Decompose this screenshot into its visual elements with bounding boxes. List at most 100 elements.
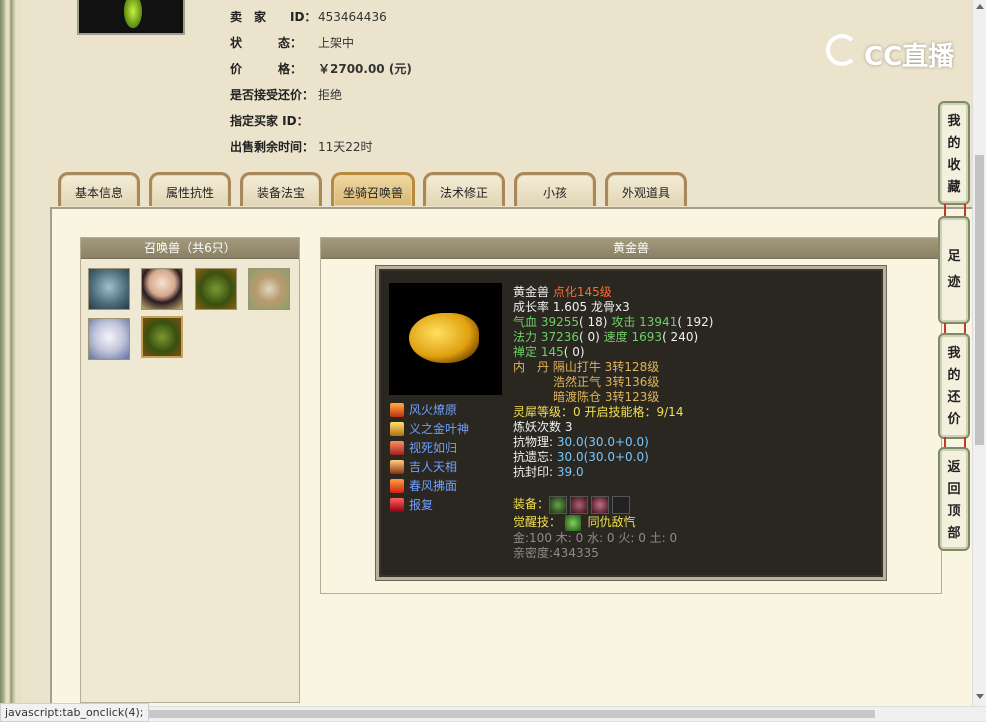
resist-forget-label: 抗遗忘: — [513, 450, 554, 464]
refine-count: 炼妖次数 3 — [513, 420, 573, 434]
my-counteroffers-button[interactable]: 我的还价 — [938, 333, 970, 439]
pet-tag: 点化145级 — [552, 285, 612, 299]
resist-seal-label: 抗封印: — [513, 465, 554, 479]
mp-value: 37236 — [540, 330, 580, 344]
pet-thumb-2[interactable] — [141, 268, 183, 310]
hp-value: 39255 — [540, 315, 580, 329]
resist-seal-value: 39.0 — [556, 465, 584, 479]
counteroffer-label: 是否接受还价： — [230, 88, 315, 102]
my-favorites-label: 我的收藏 — [947, 114, 961, 195]
pet-portrait — [389, 283, 502, 395]
mp-label: 法力 — [513, 330, 538, 344]
equip-label: 装备： — [513, 497, 550, 511]
cal-extra: ( 0) — [563, 345, 585, 359]
atk-extra: ( 192) — [677, 315, 714, 329]
skill-item[interactable]: 视死如归 — [387, 439, 507, 458]
equip-empty-icon[interactable] — [612, 495, 631, 514]
seller-id-label: 卖 家 ID： — [230, 10, 317, 24]
pet-growth: 成长率 1.605 龙骨x3 — [513, 300, 630, 314]
hp-label: 气血 — [513, 315, 538, 329]
lingxi-value: 0 — [573, 405, 581, 419]
counteroffer-value: 拒绝 — [318, 88, 343, 102]
spd-label: 速度 — [603, 330, 628, 344]
time-left-value: 11天22时 — [318, 140, 373, 154]
skill-name: 吉人天相 — [409, 460, 458, 474]
item-thumbnail — [77, 0, 185, 35]
equip-armor-icon[interactable] — [591, 495, 610, 514]
equip-ring-icon[interactable] — [549, 495, 568, 514]
neidan-label: 内 丹 — [513, 360, 550, 374]
mp-extra: ( 0) — [579, 330, 600, 344]
skill-item[interactable]: 义之金叶神 — [387, 420, 507, 439]
spd-extra: ( 240) — [662, 330, 699, 344]
atk-label: 攻击 — [611, 315, 636, 329]
awake-value: 同仇敌忾 — [587, 515, 636, 529]
skill-name: 风火燎原 — [409, 403, 458, 417]
revenge-skill-icon — [390, 498, 404, 512]
pet-thumb-5[interactable] — [88, 318, 130, 360]
scroll-up-icon[interactable] — [976, 4, 984, 9]
wind-skill-icon — [390, 479, 404, 493]
skill-item[interactable]: 风火燎原 — [387, 401, 507, 420]
tab-spell-mods[interactable]: 法术修正 — [423, 172, 505, 206]
pet-list-title: 召唤兽（共6只） — [81, 238, 299, 259]
my-favorites-button[interactable]: 我的收藏 — [938, 101, 970, 205]
tab-attributes[interactable]: 属性抗性 — [149, 172, 231, 206]
pet-list-panel: 召唤兽（共6只） — [80, 237, 300, 703]
tab-mounts-pets[interactable]: 坐骑召唤兽 — [331, 172, 415, 206]
seller-id-value: 453464436 — [318, 10, 387, 24]
resist-forget-value: 30.0(30.0+0.0) — [556, 450, 649, 464]
tab-equipment[interactable]: 装备法宝 — [240, 172, 322, 206]
cc-live-logo: CC直播 — [826, 32, 956, 72]
skill-item[interactable]: 吉人天相 — [387, 458, 507, 477]
neidan-item: 浩然正气 3转136级 — [553, 375, 660, 389]
atk-value: 13941 — [639, 315, 678, 329]
lingxi-label: 灵犀等级： — [513, 405, 574, 419]
pet-thumb-1[interactable] — [88, 268, 130, 310]
hp-extra: ( 18) — [579, 315, 608, 329]
pet-thumb-6-selected[interactable] — [141, 316, 183, 358]
vertical-scrollbar[interactable] — [972, 0, 986, 706]
skill-name: 视死如归 — [409, 441, 458, 455]
pet-thumb-3[interactable] — [195, 268, 237, 310]
scroll-thumb[interactable] — [975, 155, 984, 445]
status-bar: javascript:tab_onclick(4); — [0, 703, 149, 722]
cal-value: 145 — [540, 345, 564, 359]
pet-name: 黄金兽 — [513, 285, 550, 299]
pet-stats: 黄金兽 点化145级 成长率 1.605 龙骨x3 气血 39255( 18) … — [513, 285, 883, 561]
pet-detail-title: 黄金兽 — [321, 238, 941, 259]
tab-appearance[interactable]: 外观道具 — [605, 172, 687, 206]
tab-children[interactable]: 小孩 — [514, 172, 596, 206]
footprint-label: 足迹 — [947, 249, 961, 290]
resist-phys-value: 30.0(30.0+0.0) — [556, 435, 649, 449]
time-left-label: 出售剩余时间： — [230, 140, 315, 154]
pet-skill-list: 风火燎原 义之金叶神 视死如归 吉人天相 春风拂面 报复 — [387, 401, 507, 515]
skill-name: 义之金叶神 — [409, 422, 470, 436]
tab-basic-info[interactable]: 基本信息 — [58, 172, 140, 206]
scroll-down-icon[interactable] — [976, 694, 984, 699]
spd-value: 1693 — [631, 330, 663, 344]
skill-item[interactable]: 报复 — [387, 496, 507, 515]
skill-item[interactable]: 春风拂面 — [387, 477, 507, 496]
footprint-button[interactable]: 足迹 — [938, 216, 970, 324]
neidan-item: 隔山打牛 3转128级 — [552, 360, 660, 374]
buyer-id-label: 指定买家 ID： — [230, 114, 309, 128]
logo-text: CC直播 — [864, 42, 955, 72]
fire-skill-icon — [390, 403, 404, 417]
heart-skill-icon — [390, 441, 404, 455]
pet-thumb-4[interactable] — [248, 268, 290, 310]
skill-slots-value: 9/14 — [656, 405, 684, 419]
awake-label: 觉醒技： — [513, 515, 562, 529]
skill-slots-label: 开启技能格： — [584, 405, 657, 419]
equip-collar-icon[interactable] — [570, 495, 589, 514]
luck-skill-icon — [390, 460, 404, 474]
awake-skill-icon[interactable] — [564, 514, 581, 531]
back-to-top-label: 返回顶部 — [947, 460, 961, 541]
back-to-top-button[interactable]: 返回顶部 — [938, 447, 970, 551]
my-counteroffers-label: 我的还价 — [947, 346, 961, 427]
logo-ring-icon — [826, 34, 858, 66]
price-value: ￥2700.00 (元) — [318, 62, 412, 76]
side-connector — [944, 204, 966, 216]
hscroll-thumb[interactable] — [130, 710, 875, 718]
gold-skill-icon — [390, 422, 404, 436]
